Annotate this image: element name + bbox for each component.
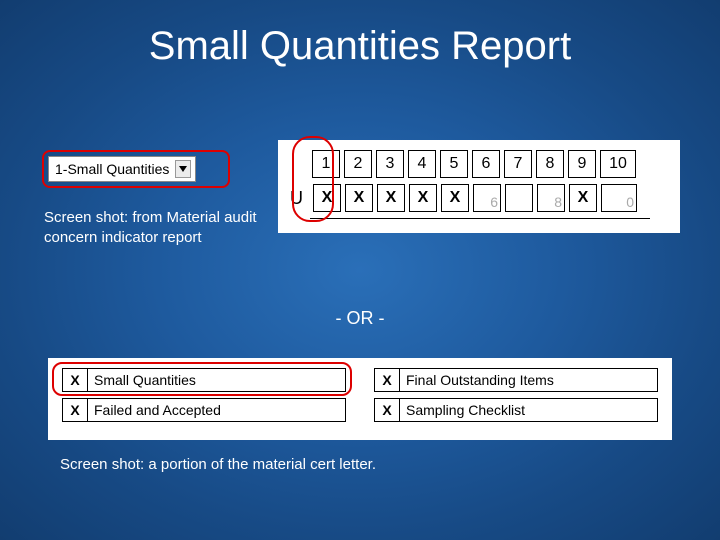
dropdown-value: 1-Small Quantities xyxy=(55,161,169,177)
grid-header-cell: 7 xyxy=(504,150,532,178)
table-row: X Small Quantities xyxy=(62,368,346,392)
chevron-down-icon xyxy=(175,160,191,178)
grid-header-cell: 8 xyxy=(536,150,564,178)
option-checkbox[interactable]: X xyxy=(374,398,400,422)
indicator-grid-panel: 1 2 3 4 5 6 7 8 9 10 U X X X X X 6 8 X 0 xyxy=(278,140,680,233)
grid-mark-cell[interactable]: 0 xyxy=(601,184,637,212)
option-label: Final Outstanding Items xyxy=(400,368,658,392)
option-label: Sampling Checklist xyxy=(400,398,658,422)
grid-mark-cell[interactable]: X xyxy=(345,184,373,212)
grid-header-cell: 2 xyxy=(344,150,372,178)
slide-title: Small Quantities Report xyxy=(0,0,720,69)
grid-mark-cell[interactable]: X xyxy=(569,184,597,212)
grid-underline xyxy=(310,218,650,219)
grid-header-cell: 10 xyxy=(600,150,636,178)
small-quantities-dropdown[interactable]: 1-Small Quantities xyxy=(48,156,196,182)
grid-mark-cell[interactable]: 8 xyxy=(537,184,565,212)
grid-mark-cell[interactable]: X xyxy=(377,184,405,212)
caption-2: Screen shot: a portion of the material c… xyxy=(60,456,376,473)
grid-mark-cell[interactable]: X xyxy=(313,184,341,212)
option-checkbox[interactable]: X xyxy=(374,368,400,392)
options-panel: X Small Quantities X Failed and Accepted… xyxy=(48,358,672,440)
table-row: X Failed and Accepted xyxy=(62,398,346,422)
option-label: Small Quantities xyxy=(88,368,346,392)
option-checkbox[interactable]: X xyxy=(62,398,88,422)
grid-mark-cell[interactable]: 6 xyxy=(473,184,501,212)
option-label: Failed and Accepted xyxy=(88,398,346,422)
option-checkbox[interactable]: X xyxy=(62,368,88,392)
grid-mark-cell[interactable] xyxy=(505,184,533,212)
grid-header-row: 1 2 3 4 5 6 7 8 9 10 xyxy=(312,150,668,178)
or-separator: - OR - xyxy=(0,308,720,329)
grid-header-cell: 4 xyxy=(408,150,436,178)
grid-mark-cell[interactable]: X xyxy=(441,184,469,212)
table-row: X Sampling Checklist xyxy=(374,398,658,422)
grid-value-row: U X X X X X 6 8 X 0 xyxy=(290,184,668,212)
caption-1: Screen shot: from Material audit concern… xyxy=(44,208,274,249)
grid-header-cell: 6 xyxy=(472,150,500,178)
grid-header-cell: 3 xyxy=(376,150,404,178)
grid-header-cell: 1 xyxy=(312,150,340,178)
grid-header-cell: 9 xyxy=(568,150,596,178)
table-row: X Final Outstanding Items xyxy=(374,368,658,392)
grid-header-cell: 5 xyxy=(440,150,468,178)
grid-mark-cell[interactable]: X xyxy=(409,184,437,212)
row-label-u: U xyxy=(290,188,303,209)
